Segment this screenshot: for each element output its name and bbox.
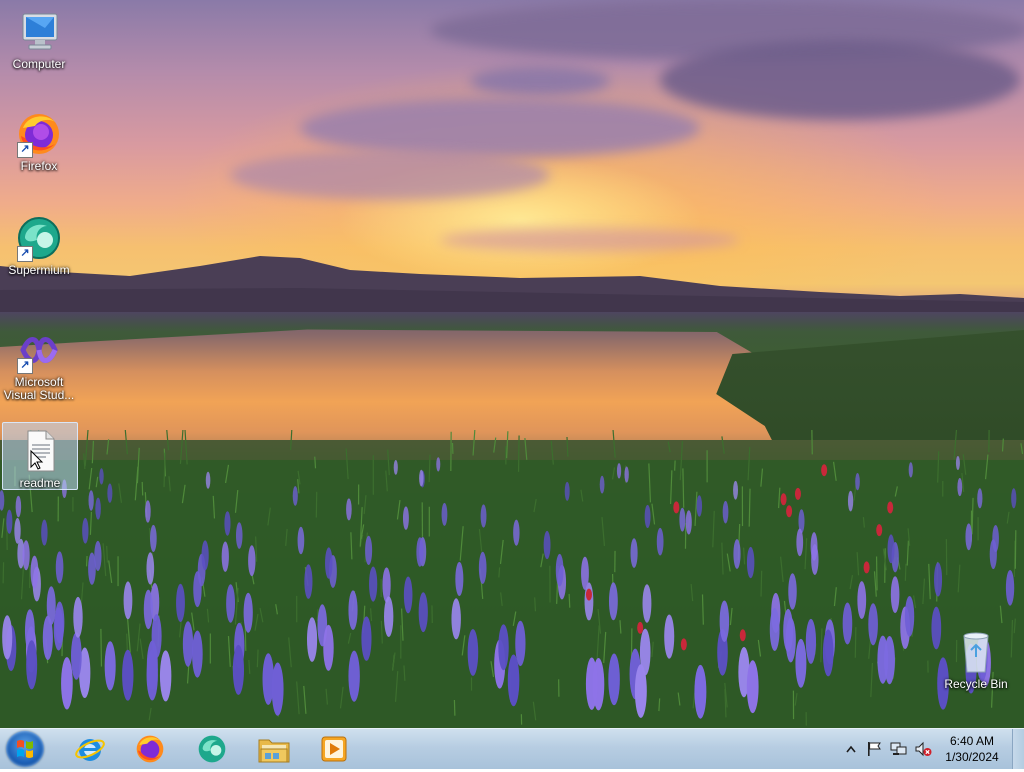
shortcut-arrow-icon: ↗ bbox=[17, 142, 33, 158]
action-center-flag-icon[interactable] bbox=[866, 741, 882, 757]
desktop-icon-label: Firefox bbox=[2, 160, 76, 173]
firefox-icon: ↗ bbox=[15, 110, 63, 158]
taskbar-clock[interactable]: 6:40 AM 1/30/2024 bbox=[932, 733, 1012, 765]
cloud bbox=[230, 150, 550, 200]
taskbar-firefox[interactable] bbox=[122, 731, 178, 767]
computer-icon bbox=[15, 8, 63, 56]
taskbar-windows-explorer[interactable] bbox=[246, 731, 302, 767]
desktop-icon-label: Supermium bbox=[2, 264, 76, 277]
desktop-icon-label: Microsoft Visual Stud... bbox=[0, 376, 78, 402]
clock-date: 1/30/2024 bbox=[932, 749, 1012, 765]
start-button[interactable] bbox=[6, 731, 44, 767]
cloud bbox=[470, 66, 610, 96]
taskbar-internet-explorer[interactable] bbox=[62, 731, 118, 767]
desktop-wallpaper bbox=[0, 0, 1024, 728]
cloud bbox=[300, 98, 700, 158]
show-hidden-icons-icon[interactable] bbox=[846, 745, 856, 753]
desktop-icon-readme[interactable]: readme bbox=[2, 422, 78, 490]
visual-studio-icon: ↗ bbox=[15, 326, 63, 374]
supermium-icon: ↗ bbox=[15, 214, 63, 262]
shortcut-arrow-icon: ↗ bbox=[17, 358, 33, 374]
desktop-icon-label: readme bbox=[3, 477, 77, 490]
network-icon[interactable] bbox=[890, 741, 908, 757]
desktop-icon-supermium[interactable]: ↗ Supermium bbox=[2, 214, 76, 277]
clock-time: 6:40 AM bbox=[932, 733, 1012, 749]
desktop-icon-recycle-bin[interactable]: Recycle Bin bbox=[938, 628, 1014, 691]
taskbar-media-player[interactable] bbox=[306, 731, 362, 767]
lupine-flowers bbox=[0, 430, 1024, 728]
windows-start-icon bbox=[6, 731, 44, 767]
desktop-icon-computer[interactable]: Computer bbox=[2, 8, 76, 71]
text-file-icon bbox=[16, 427, 64, 475]
desktop-icon-label: Recycle Bin bbox=[938, 678, 1014, 691]
cloud bbox=[440, 228, 740, 252]
taskbar: 6:40 AM 1/30/2024 bbox=[0, 728, 1024, 769]
firefox-icon bbox=[134, 733, 166, 765]
cloud bbox=[660, 40, 1020, 120]
supermium-icon bbox=[196, 733, 228, 765]
media-player-icon bbox=[319, 734, 349, 764]
desktop-icon-visual-studio[interactable]: ↗ Microsoft Visual Stud... bbox=[0, 326, 78, 402]
notification-area bbox=[842, 729, 932, 769]
desktop-icon-label: Computer bbox=[2, 58, 76, 71]
show-desktop-button[interactable] bbox=[1012, 729, 1024, 769]
taskbar-supermium[interactable] bbox=[184, 731, 240, 767]
desktop-icon-firefox[interactable]: ↗ Firefox bbox=[2, 110, 76, 173]
folder-icon bbox=[257, 734, 291, 764]
volume-muted-icon[interactable] bbox=[914, 741, 932, 757]
internet-explorer-icon bbox=[74, 733, 106, 765]
mountain-ridge bbox=[0, 250, 1024, 320]
shortcut-arrow-icon: ↗ bbox=[17, 246, 33, 262]
recycle-bin-icon bbox=[952, 628, 1000, 676]
